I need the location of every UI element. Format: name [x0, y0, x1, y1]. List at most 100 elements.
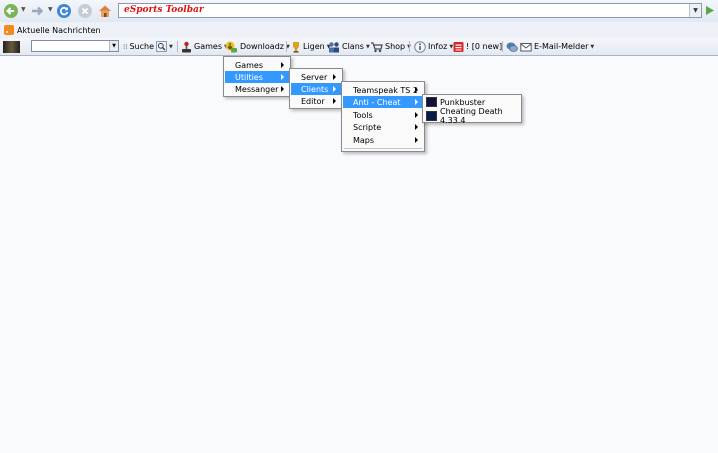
esports-logo-icon — [3, 40, 20, 53]
menu-item-tools[interactable]: Tools — [343, 109, 423, 121]
menu-item-editor[interactable]: Editor — [291, 95, 341, 107]
search-options-dropdown[interactable]: ▼ — [169, 44, 173, 50]
menu-item-label: Games — [235, 60, 263, 70]
back-button[interactable] — [3, 3, 19, 19]
email-notifier-button[interactable]: E-Mail-Melder ▼ — [506, 40, 594, 53]
esports-toolbar: ▼ ⁞⁞ Suche ▼ Games ▼ Downloadz ▼ Ligen ▼… — [0, 38, 718, 56]
address-dropdown-button[interactable]: ▼ — [689, 4, 701, 17]
submenu-arrow-icon — [333, 86, 336, 92]
navigation-toolbar: ▼ ▼ eSports Toolbar ▼ — [0, 0, 718, 23]
news-alert-icon — [453, 41, 464, 52]
menu-item-clients[interactable]: Clients — [291, 83, 341, 95]
forward-arrow-icon — [32, 6, 44, 16]
envelope-icon — [520, 42, 532, 51]
downloadz-menu: Games Utilties Messanger — [223, 56, 291, 97]
magnifier-icon — [156, 41, 167, 52]
shop-label: Shop — [385, 42, 406, 51]
utilties-submenu: Server Clients Editor — [289, 68, 343, 109]
menu-item-cheating-death[interactable]: Cheating Death 4.33.4 — [424, 107, 520, 125]
back-history-dropdown[interactable]: ▼ — [21, 6, 26, 13]
menu-item-label: Cheating Death 4.33.4 — [440, 107, 503, 125]
news-count-label: ! [0 new] — [466, 42, 503, 51]
menu-item-label: Anti - Cheat — [353, 97, 401, 107]
menu-item-maps[interactable]: Maps — [343, 134, 423, 146]
punkbuster-icon — [426, 97, 437, 107]
menu-item-label: Messanger — [235, 84, 279, 94]
toolbar-separator — [502, 41, 503, 52]
clients-submenu: Teamspeak TS 2 Anti - Cheat Tools Script… — [341, 81, 425, 152]
rss-feed-icon — [4, 25, 14, 35]
info-icon — [414, 40, 426, 53]
download-icon — [225, 41, 237, 52]
forward-button[interactable] — [29, 3, 45, 19]
infoz-menu-button[interactable]: Infoz ▼ — [414, 40, 453, 53]
search-button[interactable]: ⁞⁞ Suche ▼ — [123, 40, 173, 53]
search-history-dropdown[interactable]: ▼ — [109, 41, 118, 51]
reload-icon — [57, 4, 71, 18]
shopping-cart-icon — [371, 41, 383, 52]
clan-members-icon — [329, 41, 339, 52]
menu-item-label: Server — [301, 72, 328, 82]
submenu-arrow-icon — [281, 74, 284, 80]
downloadz-menu-button[interactable]: Downloadz ▼ — [225, 40, 290, 53]
trophy-icon — [293, 41, 299, 53]
submenu-arrow-icon — [415, 87, 418, 93]
toolbar-search-input[interactable]: ▼ — [31, 40, 119, 52]
email-notifier-label: E-Mail-Melder — [534, 42, 589, 51]
toolbar-separator — [177, 41, 178, 52]
menu-item-label: Tools — [353, 110, 373, 120]
stop-icon — [78, 4, 92, 18]
go-button[interactable] — [704, 5, 715, 16]
toolbar-logo[interactable] — [3, 40, 20, 53]
menu-item-server[interactable]: Server — [291, 71, 341, 83]
games-menu-button[interactable]: Games ▼ — [181, 40, 228, 53]
menu-item-label: Teamspeak TS 2 — [353, 85, 418, 95]
cheating-death-icon — [426, 111, 437, 121]
home-button[interactable] — [97, 3, 113, 19]
submenu-arrow-icon — [333, 98, 336, 104]
address-bar[interactable]: eSports Toolbar ▼ — [118, 3, 702, 18]
menu-item-label: Utilties — [235, 72, 263, 82]
bookmark-label: Aktuelle Nachrichten — [17, 25, 101, 35]
menu-item-anti-cheat[interactable]: Anti - Cheat — [343, 96, 423, 108]
bookmarks-toolbar: Aktuelle Nachrichten — [0, 22, 718, 39]
clans-label: Clans — [342, 42, 364, 51]
menu-item-scripte[interactable]: Scripte — [343, 121, 423, 133]
home-icon — [99, 5, 111, 17]
toolbar-separator — [286, 41, 287, 52]
menu-item-teamspeak[interactable]: Teamspeak TS 2 — [343, 84, 423, 96]
news-button[interactable]: ! [0 new] — [453, 40, 502, 53]
chevron-down-icon: ▼ — [590, 43, 595, 50]
submenu-arrow-icon — [415, 137, 418, 143]
submenu-arrow-icon — [415, 99, 418, 105]
joystick-icon — [182, 41, 191, 52]
submenu-arrow-icon — [281, 62, 284, 68]
submenu-arrow-icon — [415, 124, 418, 130]
menu-item-label: Scripte — [353, 122, 382, 132]
menu-item-games[interactable]: Games — [225, 59, 289, 71]
downloadz-label: Downloadz — [240, 42, 284, 51]
menu-item-utilties[interactable]: Utilties — [225, 71, 289, 83]
menu-item-label: Maps — [353, 135, 375, 145]
anti-cheat-submenu: Punkbuster Cheating Death 4.33.4 — [422, 94, 522, 125]
shop-menu-button[interactable]: Shop ▼ — [370, 40, 411, 53]
menu-item-messanger[interactable]: Messanger — [225, 83, 289, 95]
search-label: Suche — [129, 42, 154, 51]
toolbar-separator — [409, 41, 410, 52]
infoz-label: Infoz — [428, 42, 448, 51]
forward-history-dropdown[interactable]: ▼ — [48, 6, 53, 13]
ligen-label: Ligen — [303, 42, 325, 51]
stop-button[interactable] — [77, 3, 93, 19]
menu-item-label: Punkbuster — [440, 97, 486, 107]
bookmark-aktuelle-nachrichten[interactable]: Aktuelle Nachrichten — [4, 25, 101, 35]
address-text: eSports Toolbar — [124, 5, 204, 15]
clans-menu-button[interactable]: Clans ▼ — [328, 40, 370, 53]
menu-item-label: Clients — [301, 84, 329, 94]
ligen-menu-button[interactable]: Ligen ▼ — [291, 40, 331, 53]
submenu-arrow-icon — [281, 86, 284, 92]
reload-button[interactable] — [56, 3, 72, 19]
submenu-arrow-icon — [415, 112, 418, 118]
games-label: Games — [194, 42, 222, 51]
back-arrow-icon — [4, 4, 18, 18]
submenu-arrow-icon — [333, 74, 336, 80]
